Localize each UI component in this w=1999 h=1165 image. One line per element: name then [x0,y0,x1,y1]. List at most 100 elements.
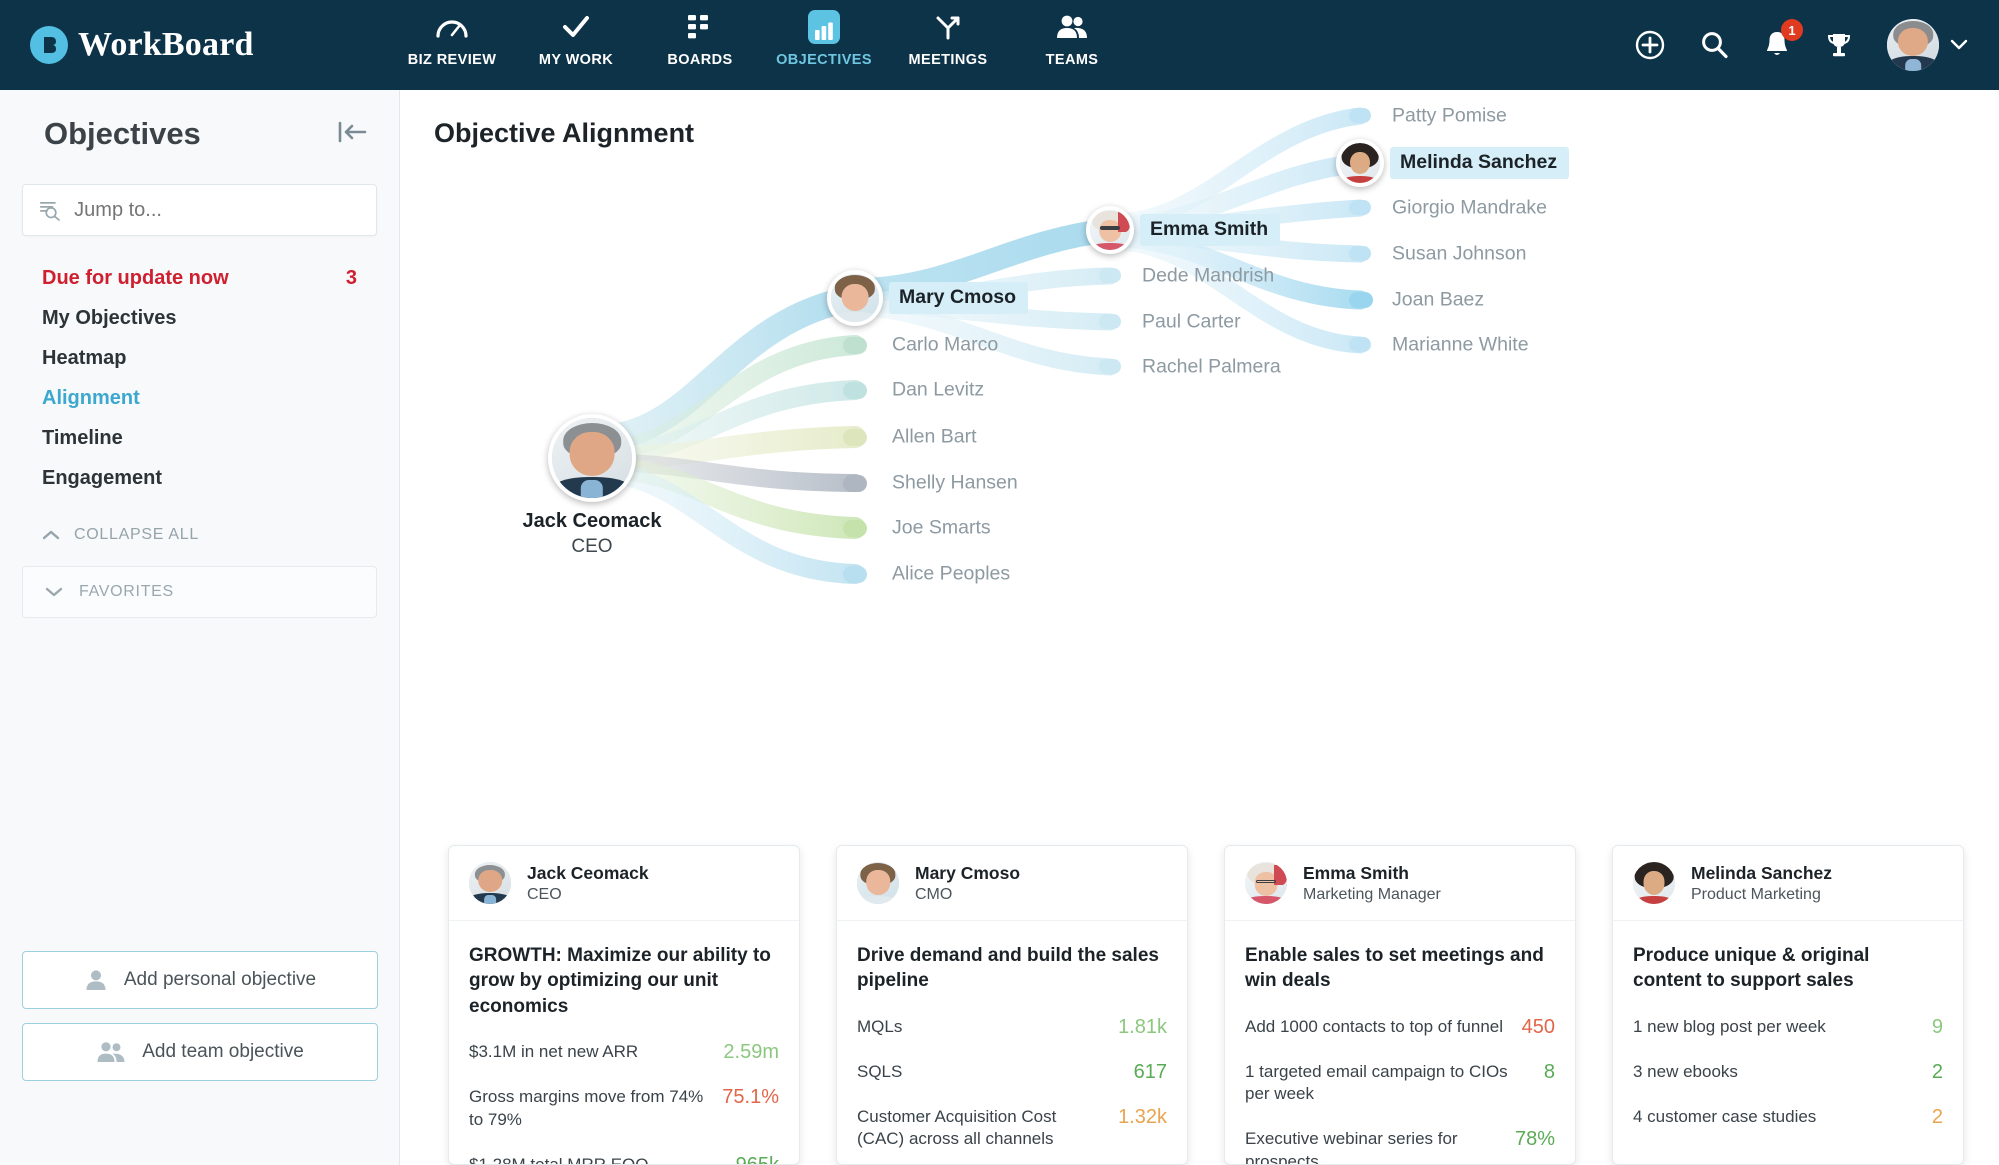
key-result-text: Customer Acquisition Cost (CAC) across a… [857,1106,1104,1152]
search-input[interactable] [74,199,360,222]
leaf-dot [1099,268,1121,283]
objective-card[interactable]: Jack Ceomack CEO GROWTH: Maximize our ab… [448,845,800,1165]
sidebar-item-due-for-update[interactable]: Due for update now 3 [22,258,377,298]
sidebar-item-label: My Objectives [42,307,177,330]
chevron-down-icon [45,586,63,598]
card-header: Jack Ceomack CEO [449,846,799,921]
trophy-icon [1825,31,1853,59]
nav-item-biz-review[interactable]: BIZ REVIEW [390,10,514,68]
tree-node-melinda-sanchez[interactable] [1336,139,1384,187]
primary-nav: BIZ REVIEW MY WORK BOARDS [390,0,1134,90]
tree-root-name: Jack Ceomack [523,510,662,533]
sidebar-item-label: Heatmap [42,347,126,370]
tree-leaf-label: Carlo Marco [892,334,998,357]
nav-label: BIZ REVIEW [408,52,497,68]
key-result-text: $3.1M in net new ARR [469,1041,709,1064]
search-button[interactable] [1699,30,1729,60]
sidebar-item-heatmap[interactable]: Heatmap [22,338,377,378]
sidebar-item-timeline[interactable]: Timeline [22,418,377,458]
header-actions: 1 [1635,19,1969,71]
sidebar: Objectives Due for update now 3 My Objec… [0,90,400,1165]
card-person-role: CEO [527,886,649,904]
key-result-row[interactable]: 3 new ebooks 2 [1633,1061,1943,1084]
avatar [1245,862,1287,904]
brand-logo[interactable]: WorkBoard [30,26,330,64]
tree-leaf-label: Susan Johnson [1392,243,1526,266]
sidebar-item-label: Alignment [42,387,140,410]
key-result-text: 4 customer case studies [1633,1106,1918,1129]
card-person-name: Jack Ceomack [527,863,649,884]
tree-label-melinda-sanchez[interactable]: Melinda Sanchez [1390,147,1569,179]
key-result-text: 3 new ebooks [1633,1061,1918,1084]
workboard-logo-icon [30,26,68,64]
key-result-text: $1.28M total MRR EOQ [469,1154,722,1165]
avatar [857,862,899,904]
nav-item-my-work[interactable]: MY WORK [514,10,638,68]
tree-node-mary-cmoso[interactable] [827,270,883,326]
tree-leaf-label: Dan Levitz [892,379,984,402]
tree-leaf-label: Rachel Palmera [1142,356,1281,379]
card-header: Melinda Sanchez Product Marketing [1613,846,1963,921]
collapse-panel-icon[interactable] [337,121,367,148]
tree-node-jack-ceomack[interactable] [548,414,636,502]
avatar [1887,19,1939,71]
nav-item-objectives[interactable]: OBJECTIVES [762,10,886,68]
card-body: Produce unique & original content to sup… [1613,921,1963,1149]
tree-node-emma-smith[interactable] [1086,206,1134,254]
notifications-button[interactable]: 1 [1763,30,1791,60]
sidebar-item-alignment[interactable]: Alignment [22,378,377,418]
key-result-row[interactable]: Executive webinar series for prospects 7… [1245,1128,1555,1165]
key-result-row[interactable]: Add 1000 contacts to top of funnel 450 [1245,1016,1555,1039]
tree-root-caption[interactable]: Jack Ceomack CEO [523,510,662,558]
key-result-row[interactable]: SQLS 617 [857,1061,1167,1084]
key-result-row[interactable]: MQLs 1.81k [857,1016,1167,1039]
sidebar-item-my-objectives[interactable]: My Objectives [22,298,377,338]
person-icon [84,969,108,991]
add-team-objective-button[interactable]: Add team objective [22,1023,378,1081]
key-result-row[interactable]: 1 targeted email campaign to CIOs per we… [1245,1061,1555,1107]
key-result-text: 1 new blog post per week [1633,1016,1918,1039]
key-result-row[interactable]: $3.1M in net new ARR 2.59m [469,1041,779,1064]
card-body: Drive demand and build the sales pipelin… [837,921,1187,1165]
sidebar-item-count: 3 [346,267,357,290]
trophy-button[interactable] [1825,31,1853,59]
key-result-value: 1.32k [1118,1106,1167,1129]
key-result-row[interactable]: $1.28M total MRR EOQ 965k [469,1154,779,1165]
tree-leaf-label: Joan Baez [1392,289,1484,312]
leaf-dot [843,429,867,446]
objective-card[interactable]: Emma Smith Marketing Manager Enable sale… [1224,845,1576,1165]
key-result-value: 1.81k [1118,1016,1167,1039]
favorites-section[interactable]: FAVORITES [22,566,377,618]
leaf-dot [1349,337,1371,352]
objective-card[interactable]: Mary Cmoso CMO Drive demand and build th… [836,845,1188,1165]
key-result-row[interactable]: Customer Acquisition Cost (CAC) across a… [857,1106,1167,1152]
main-content: Objective Alignment [400,90,1999,1165]
collapse-all-label: COLLAPSE ALL [74,526,199,544]
sidebar-item-label: Due for update now [42,267,229,290]
bar-chart-icon [808,10,840,44]
tree-label-mary-cmoso[interactable]: Mary Cmoso [889,282,1028,314]
collapse-all-button[interactable]: COLLAPSE ALL [42,526,377,544]
add-button[interactable] [1635,30,1665,60]
key-result-text: Executive webinar series for prospects [1245,1128,1501,1165]
nav-item-meetings[interactable]: MEETINGS [886,10,1010,68]
nav-item-teams[interactable]: TEAMS [1010,10,1134,68]
user-menu[interactable] [1887,19,1969,71]
key-result-row[interactable]: 4 customer case studies 2 [1633,1106,1943,1129]
objective-card[interactable]: Melinda Sanchez Product Marketing Produc… [1612,845,1964,1165]
tree-label-emma-smith[interactable]: Emma Smith [1140,214,1280,246]
card-person-name: Mary Cmoso [915,863,1020,884]
search-jump-to[interactable] [22,184,377,236]
grid-icon [685,10,715,44]
avatar [469,862,511,904]
plus-circle-icon [1635,30,1665,60]
card-person-name: Melinda Sanchez [1691,863,1832,884]
action-label: Add team objective [142,1041,304,1063]
key-result-value: 2.59m [723,1041,779,1064]
key-result-row[interactable]: 1 new blog post per week 9 [1633,1016,1943,1039]
key-result-row[interactable]: Gross margins move from 74% to 79% 75.1% [469,1086,779,1132]
add-personal-objective-button[interactable]: Add personal objective [22,951,378,1009]
nav-item-boards[interactable]: BOARDS [638,10,762,68]
sidebar-item-engagement[interactable]: Engagement [22,458,377,498]
sidebar-actions: Add personal objective Add team objectiv… [22,951,378,1095]
